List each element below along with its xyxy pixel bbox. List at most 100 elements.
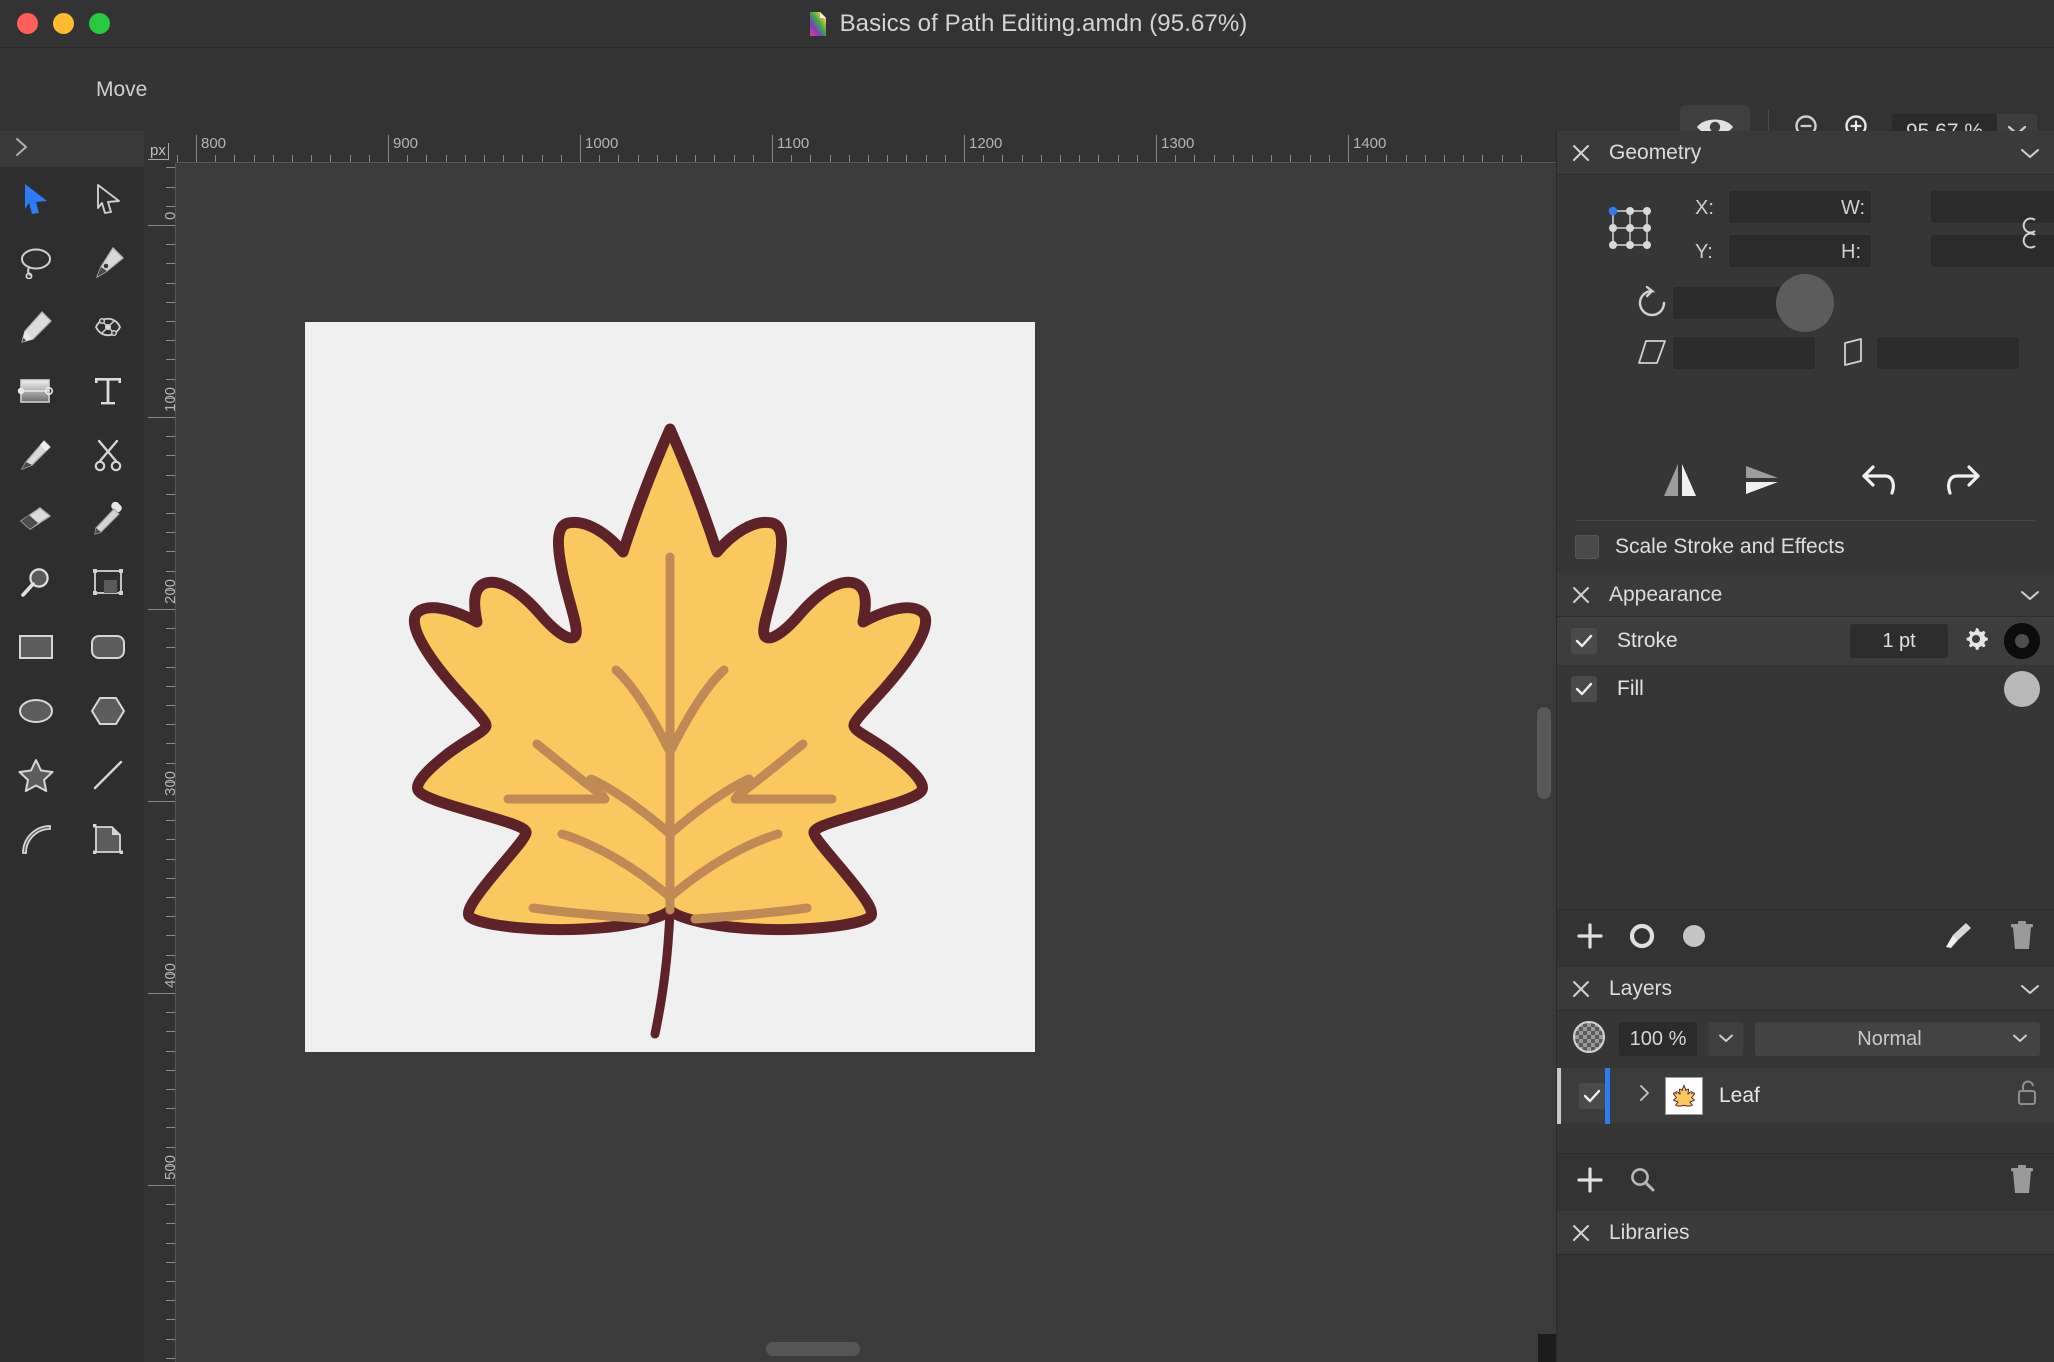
canvas-vertical-scrollbar-thumb[interactable] <box>1537 707 1551 799</box>
pen-tool[interactable] <box>72 231 144 295</box>
stroke-settings-button[interactable] <box>1948 624 2004 659</box>
flip-vertical-button[interactable] <box>1721 454 1803 510</box>
scale-stroke-checkbox[interactable] <box>1575 535 1599 559</box>
ruler-unit-button[interactable]: px <box>144 131 176 163</box>
layer-list-item[interactable]: Leaf <box>1557 1067 2054 1124</box>
ruler-minor-tick <box>166 532 175 534</box>
close-x-icon[interactable] <box>1571 143 1591 163</box>
artistic-text-tool[interactable] <box>72 359 144 423</box>
chevron-down-icon[interactable] <box>2020 147 2040 159</box>
add-fill-button[interactable] <box>1679 921 1709 956</box>
ruler-minor-tick <box>166 551 175 553</box>
stroke-visibility-checkbox[interactable] <box>1571 628 1597 654</box>
blend-mode-select[interactable]: Normal <box>1755 1022 2040 1056</box>
ruler-minor-tick <box>166 839 175 841</box>
search-layers-button[interactable] <box>1627 1165 1657 1200</box>
shear-vertical-icon[interactable] <box>1841 337 1867 372</box>
scissors-tool[interactable] <box>72 423 144 487</box>
node-tool[interactable] <box>72 167 144 231</box>
flip-horizontal-button[interactable] <box>1639 454 1721 510</box>
maple-leaf-artwork[interactable] <box>305 322 1035 1052</box>
rotation-dial[interactable] <box>1776 274 1834 332</box>
add-stroke-button[interactable] <box>1627 921 1657 956</box>
layers-panel-header[interactable]: Layers <box>1557 967 2054 1011</box>
rotate-left-button[interactable] <box>1839 454 1921 510</box>
tools-panel-expand-button[interactable] <box>0 131 144 167</box>
delete-layer-button[interactable] <box>2008 1164 2036 1201</box>
scale-stroke-and-effects-row[interactable]: Scale Stroke and Effects <box>1557 521 2054 573</box>
pie-segment-tool[interactable] <box>0 807 72 871</box>
ruler-minor-tick <box>1424 155 1426 162</box>
crop-tool[interactable] <box>72 551 144 615</box>
move-tool[interactable] <box>0 167 72 231</box>
appearance-row-fill[interactable]: Fill <box>1557 665 2054 713</box>
libraries-panel-title: Libraries <box>1609 1220 1690 1244</box>
gear-icon <box>1961 624 1991 659</box>
ruler-minor-tick <box>166 493 175 495</box>
checkerboard-opacity-icon[interactable] <box>1571 1019 1607 1060</box>
layer-expand-button[interactable] <box>1627 1084 1661 1107</box>
pencil-tool[interactable] <box>0 295 72 359</box>
geometry-shear-v-input[interactable] <box>1877 337 2019 369</box>
polygon-tool[interactable] <box>72 679 144 743</box>
close-x-icon[interactable] <box>1571 585 1591 605</box>
stroke-width-input[interactable]: 1 pt <box>1850 624 1948 658</box>
layer-name-label[interactable]: Leaf <box>1719 1084 2016 1108</box>
ruler-label: 300 <box>162 770 176 796</box>
artboard[interactable] <box>305 322 1035 1052</box>
geometry-shear-h-input[interactable] <box>1673 337 1815 369</box>
horizontal-ruler[interactable]: 800 900 1000 1100 1200 1300 1400 <box>176 131 1556 163</box>
fill-tool[interactable] <box>0 359 72 423</box>
page-shape-tool[interactable] <box>72 807 144 871</box>
star-tool[interactable] <box>0 743 72 807</box>
canvas-horizontal-scrollbar-thumb[interactable] <box>766 1342 860 1356</box>
shape-builder-tool[interactable] <box>72 295 144 359</box>
ruler-minor-tick <box>166 1069 175 1071</box>
chevron-down-icon[interactable] <box>2020 589 2040 601</box>
link-ratio-icon[interactable] <box>2020 213 2042 258</box>
lasso-selection-tool[interactable] <box>0 231 72 295</box>
colour-picker-tool[interactable] <box>72 487 144 551</box>
ruler-minor-tick <box>166 263 175 265</box>
geometry-panel-header[interactable]: Geometry <box>1557 131 2054 175</box>
fill-colour-swatch[interactable] <box>2004 671 2040 707</box>
ruler-minor-tick <box>166 570 175 572</box>
appearance-panel-header[interactable]: Appearance <box>1557 573 2054 617</box>
delete-appearance-button[interactable] <box>2008 920 2036 957</box>
vertical-ruler[interactable]: 0 100 200 300 400 500 <box>144 163 176 1362</box>
knife-tool[interactable] <box>0 423 72 487</box>
add-appearance-button[interactable] <box>1575 921 1605 956</box>
rectangle-tool[interactable] <box>0 615 72 679</box>
trash-icon <box>2008 920 2036 957</box>
rotate-right-button[interactable] <box>1921 454 2003 510</box>
ruler-minor-tick <box>166 186 175 188</box>
layer-visibility-checkbox[interactable] <box>1579 1082 1605 1109</box>
appearance-row-stroke[interactable]: Stroke 1 pt <box>1557 617 2054 665</box>
fill-visibility-checkbox[interactable] <box>1571 676 1597 702</box>
ruler-minor-tick <box>166 321 175 322</box>
clear-appearance-button[interactable] <box>1942 920 1974 957</box>
rounded-rectangle-tool[interactable] <box>72 615 144 679</box>
vector-eraser-tool[interactable] <box>0 487 72 551</box>
line-tool[interactable] <box>72 743 144 807</box>
shear-horizontal-icon[interactable] <box>1637 337 1667 372</box>
layer-opacity-input[interactable]: 100 % <box>1619 1022 1697 1056</box>
zoom-tool[interactable] <box>0 551 72 615</box>
ruler-minor-tick <box>349 155 351 162</box>
geometry-x-label: X: <box>1695 197 1714 219</box>
close-x-icon[interactable] <box>1571 979 1591 999</box>
close-x-icon[interactable] <box>1571 1223 1591 1243</box>
ruler-minor-tick <box>166 1089 175 1090</box>
layer-opacity-dropdown[interactable] <box>1709 1022 1743 1056</box>
chevron-down-icon[interactable] <box>2020 983 2040 995</box>
add-layer-button[interactable] <box>1575 1165 1605 1200</box>
anchor-point-grid-icon[interactable] <box>1601 199 1659 262</box>
ruler-minor-tick <box>166 244 175 246</box>
rotate-ccw-icon[interactable] <box>1635 285 1669 324</box>
canvas-scroll-area[interactable] <box>176 163 1556 1362</box>
libraries-panel-header[interactable]: Libraries <box>1557 1211 2054 1255</box>
tools-grid <box>0 167 144 871</box>
stroke-colour-swatch[interactable] <box>2004 623 2040 659</box>
unlocked-padlock-icon[interactable] <box>2016 1080 2038 1111</box>
ellipse-tool[interactable] <box>0 679 72 743</box>
